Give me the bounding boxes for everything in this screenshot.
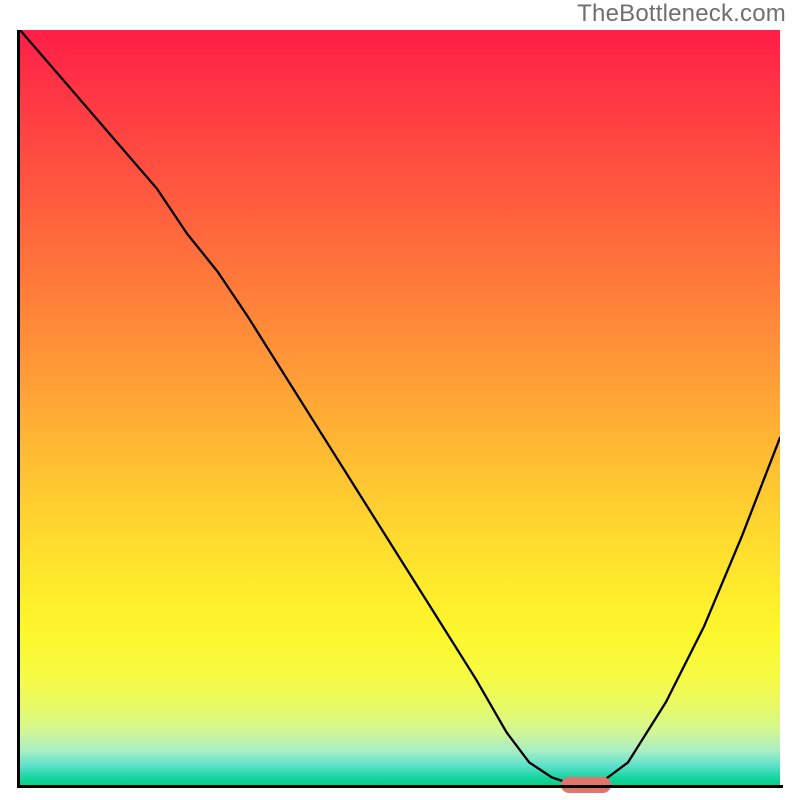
bottleneck-curve bbox=[20, 30, 780, 785]
watermark-label: TheBottleneck.com bbox=[577, 0, 786, 28]
axis-bottom bbox=[17, 785, 783, 788]
curve-path bbox=[20, 30, 780, 785]
chart-root: TheBottleneck.com bbox=[0, 0, 800, 800]
axis-left bbox=[17, 30, 20, 788]
plot-area bbox=[20, 30, 780, 785]
